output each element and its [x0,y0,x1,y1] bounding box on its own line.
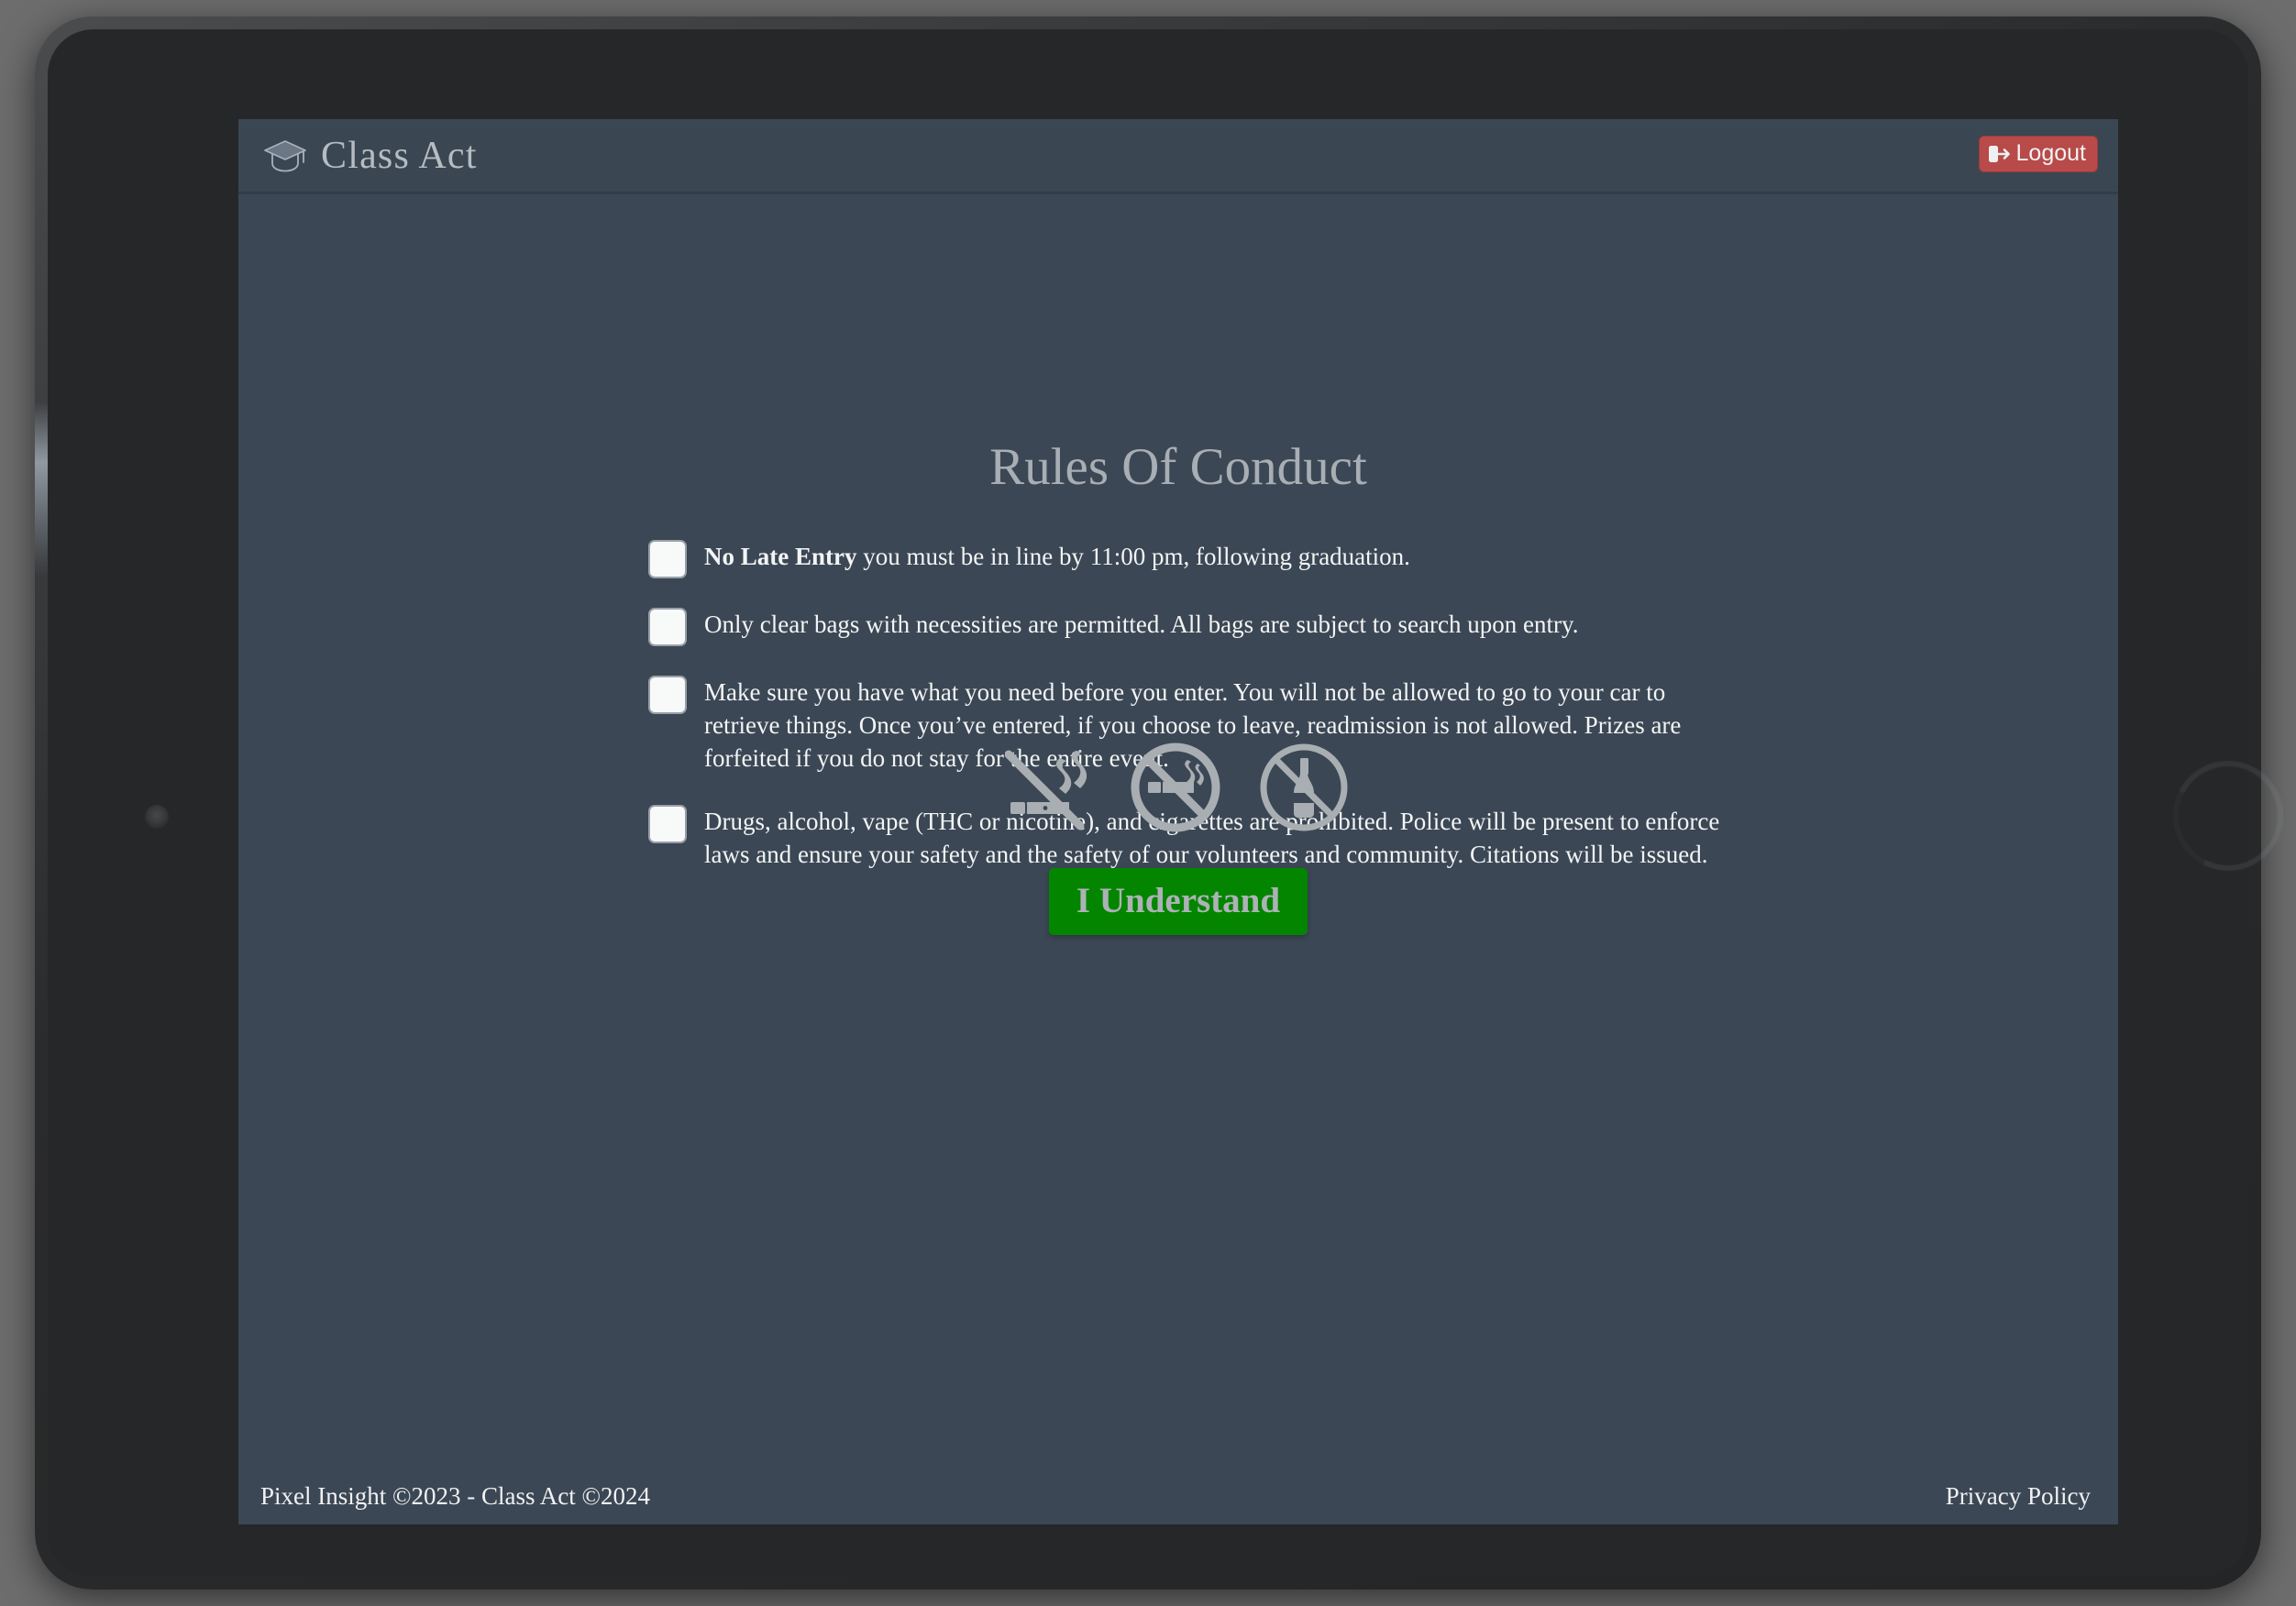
sign-out-icon [1988,146,2010,162]
rule-lead-1: No Late Entry [704,543,857,570]
logout-label: Logout [2015,139,2086,166]
graduation-cap-icon [264,139,306,171]
i-understand-button[interactable]: I Understand [1048,868,1308,935]
content-area: Rules Of Conduct No Late Entry you must … [238,194,2118,1468]
no-vaping-icon [1005,750,1087,830]
rule-checkbox-3[interactable] [648,676,687,714]
rule-item: No Late Entry you must be in line by 11:… [648,538,1730,578]
rule-checkbox-2[interactable] [648,608,687,646]
no-alcohol-icon [1260,743,1348,831]
tablet-device-frame: Class Act Logout Rules Of Conduct No Lat… [35,16,2296,1590]
app-header: Class Act Logout [238,119,2118,194]
app-footer: Pixel Insight ©2023 - Class Act ©2024 Pr… [238,1468,2118,1524]
rule-text-1: No Late Entry you must be in line by 11:… [704,538,1410,574]
rules-list: No Late Entry you must be in line by 11:… [648,538,1730,899]
front-camera-icon [145,805,169,829]
page-title: Rules Of Conduct [989,438,1367,496]
bezel-edge-glint [35,402,48,576]
rule-checkbox-1[interactable] [648,540,687,578]
no-smoking-icon [1131,742,1220,832]
rule-body-1: you must be in line by 11:00 pm, followi… [856,543,1410,570]
brand-logo: Class Act [262,137,478,175]
logout-button[interactable]: Logout [1978,136,2098,172]
privacy-policy-link[interactable]: Privacy Policy [1946,1482,2091,1511]
rule-text-2: Only clear bags with necessities are per… [704,610,1579,638]
footer-copyright: Pixel Insight ©2023 - Class Act ©2024 [260,1481,651,1510]
brand-title: Class Act [321,134,478,177]
prohibition-icons-group [238,740,2118,835]
rule-item: Only clear bags with necessities are per… [648,606,1730,646]
tablet-screen: Class Act Logout Rules Of Conduct No Lat… [238,119,2118,1524]
